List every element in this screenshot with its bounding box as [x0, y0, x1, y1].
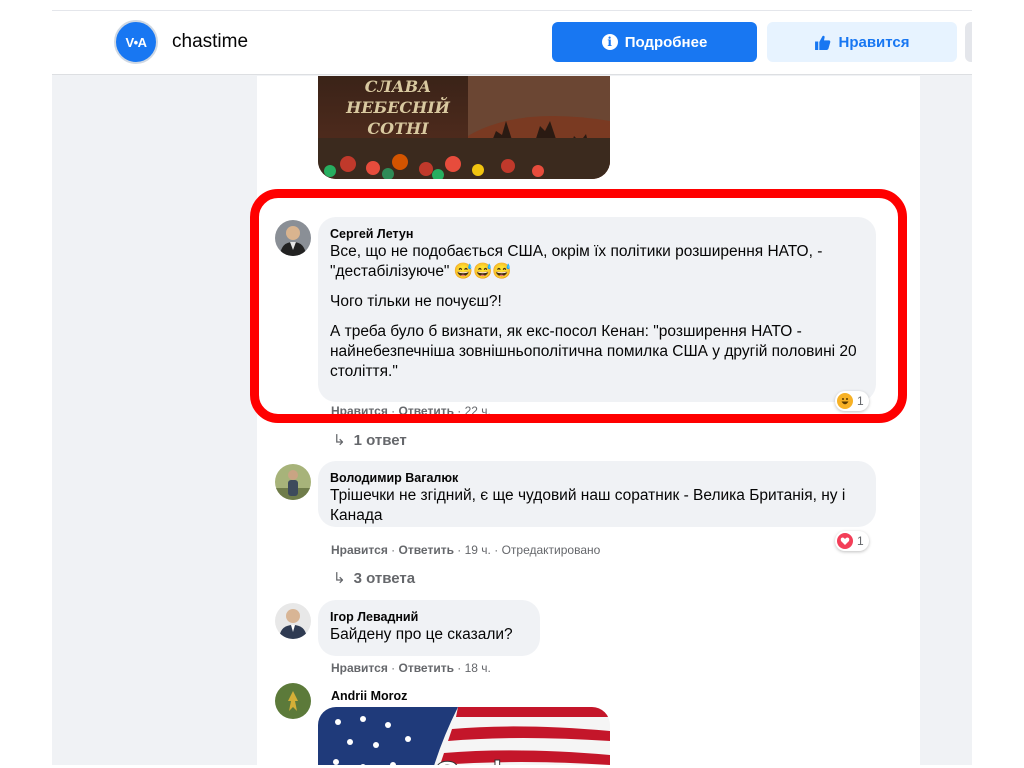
- reaction-count: 1: [857, 394, 864, 408]
- avatar[interactable]: [275, 464, 311, 500]
- comment-text: Байдену про це сказали?: [330, 626, 513, 643]
- comment-bubble: Ігор Левадний Байдену про це сказали?: [318, 600, 540, 656]
- view-replies-link[interactable]: ↳ 3 ответа: [333, 569, 415, 587]
- more-options-button[interactable]: [965, 22, 972, 62]
- comment-meta: Нравится · Ответить · 19 ч. · Отредактир…: [331, 543, 601, 557]
- comment-text: Трішечки не згідний, є ще чудовий наш со…: [330, 487, 846, 524]
- edited-label: Отредактировано: [501, 543, 601, 557]
- replies-count: 3 ответа: [353, 570, 416, 587]
- reply-comment-link[interactable]: Ответить: [399, 404, 454, 418]
- like-comment-link[interactable]: Нравится: [331, 543, 388, 557]
- comment-time[interactable]: 22 ч.: [465, 404, 491, 418]
- memorial-caption-2: НЕБЕСНІЙ: [345, 96, 451, 117]
- comment-author[interactable]: Andrii Moroz: [331, 688, 407, 704]
- comment-text: Чого тільки не почуєш?!: [330, 293, 502, 310]
- memorial-caption-3: СОТНІ: [367, 119, 429, 138]
- more-info-label: Подробнее: [624, 33, 708, 51]
- comment-bubble: Сергей Летун Все, що не подобається США,…: [318, 217, 876, 402]
- like-comment-link[interactable]: Нравится: [331, 404, 388, 418]
- page-name[interactable]: chastime: [172, 31, 248, 53]
- comment-author[interactable]: Сергей Летун: [330, 226, 864, 242]
- reply-arrow-icon: ↳: [333, 432, 346, 449]
- avatar[interactable]: [275, 220, 311, 256]
- replies-count: 1 ответ: [353, 432, 407, 449]
- comment-meta: Нравится · Ответить · 18 ч.: [331, 661, 491, 675]
- comment-image-flag[interactable]: God: [318, 707, 610, 765]
- thumbs-up-icon: [814, 34, 831, 51]
- like-comment-link[interactable]: Нравится: [331, 661, 388, 675]
- comment-time[interactable]: 18 ч.: [465, 661, 491, 675]
- facebook-page-viewport: V•A chastime i Подробнее Нравится СЛАВА …: [52, 10, 972, 765]
- post-comments-area: СЛАВА НЕБЕСНІЙ СОТНІ Сергей Летун Все, щ…: [257, 76, 920, 765]
- haha-icon: [837, 393, 853, 409]
- comment-text: Все, що не подобається США, окрім їх пол…: [330, 243, 823, 280]
- comment-text: А треба було б визнати, як екс-посол Кен…: [330, 323, 857, 380]
- like-page-label: Нравится: [838, 33, 910, 51]
- love-icon: [837, 533, 853, 549]
- comment-meta: Нравится · Ответить · 22 ч.: [331, 404, 491, 418]
- comment-image-memorial[interactable]: СЛАВА НЕБЕСНІЙ СОТНІ: [318, 76, 610, 179]
- comment-bubble: Володимир Вагалюк Трішечки не згідний, є…: [318, 461, 876, 527]
- more-info-button[interactable]: i Подробнее: [552, 22, 757, 62]
- view-replies-link[interactable]: ↳ 1 ответ: [333, 431, 407, 449]
- page-header: V•A chastime i Подробнее Нравится: [52, 11, 972, 75]
- reaction-summary[interactable]: 1: [835, 391, 869, 411]
- like-page-button[interactable]: Нравится: [767, 22, 957, 62]
- comment-time[interactable]: 19 ч.: [465, 543, 491, 557]
- reply-comment-link[interactable]: Ответить: [399, 543, 454, 557]
- avatar[interactable]: [275, 683, 311, 719]
- memorial-caption-1: СЛАВА: [365, 77, 431, 96]
- avatar[interactable]: [275, 603, 311, 639]
- voa-logo[interactable]: V•A: [114, 20, 158, 64]
- flag-caption: God: [434, 755, 502, 765]
- comment-author[interactable]: Ігор Левадний: [330, 609, 528, 625]
- reply-comment-link[interactable]: Ответить: [399, 661, 454, 675]
- reply-arrow-icon: ↳: [333, 570, 346, 587]
- info-icon: i: [601, 34, 618, 50]
- reaction-summary[interactable]: 1: [835, 531, 869, 551]
- reaction-count: 1: [857, 534, 864, 548]
- comment-author[interactable]: Володимир Вагалюк: [330, 470, 864, 486]
